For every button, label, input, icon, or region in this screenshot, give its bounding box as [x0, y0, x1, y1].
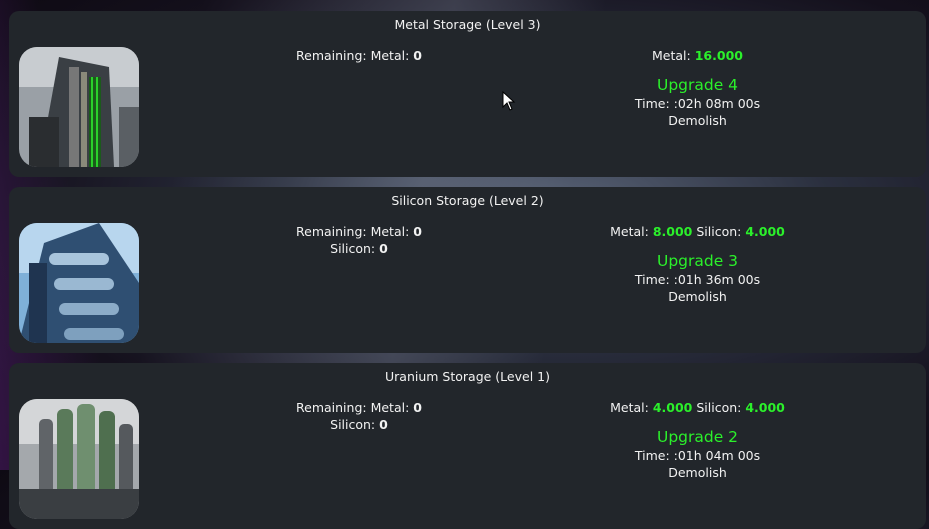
remaining-silicon-label: Silicon: [330, 417, 376, 432]
panel-title: Metal Storage (Level 3) [394, 17, 541, 32]
cost-metal-label: Metal: [652, 48, 691, 63]
remaining-label: Remaining: [296, 48, 367, 63]
demolish-button[interactable]: Demolish [549, 288, 846, 305]
upgrade-time: Time: :02h 08m 00s [634, 96, 761, 111]
upgrade-time: Time: :01h 36m 00s [634, 272, 761, 287]
cost-metal-value: 4.000 [652, 400, 693, 415]
upgrade-cost: Metal: 16.000 [549, 47, 846, 64]
mouse-cursor-icon [502, 90, 516, 115]
remaining-metal-value: 0 [413, 48, 422, 63]
building-panel-silicon-storage: Silicon Storage (Level 2) Remaining: Met… [9, 187, 926, 353]
upgrade-cost: Metal: 4.000 Silicon: 4.000 [549, 399, 846, 416]
building-panel-uranium-storage: Uranium Storage (Level 1) Remaining: Met… [9, 363, 926, 529]
remaining-label: Remaining: [296, 224, 367, 239]
cost-metal-label: Metal: [610, 400, 649, 415]
upgrade-button[interactable]: Upgrade 2 [549, 428, 846, 447]
upgrade-cost: Metal: 8.000 Silicon: 4.000 [549, 223, 846, 240]
remaining-metal-value: 0 [413, 224, 422, 239]
remaining-metal-label: Metal: [370, 400, 410, 415]
panel-title: Silicon Storage (Level 2) [391, 193, 544, 208]
cost-metal-value: 16.000 [694, 48, 743, 63]
remaining-resources: Remaining: Metal: 0 Silicon: 0 [209, 223, 509, 257]
cost-silicon-label: Silicon: [696, 224, 742, 239]
cost-silicon-value: 4.000 [745, 400, 785, 415]
remaining-metal-value: 0 [413, 400, 422, 415]
remaining-label: Remaining: [296, 400, 367, 415]
panel-title: Uranium Storage (Level 1) [385, 369, 550, 384]
upgrade-button[interactable]: Upgrade 3 [549, 252, 846, 271]
silicon-storage-image [19, 223, 139, 343]
remaining-silicon-value: 0 [379, 417, 388, 432]
remaining-silicon-label: Silicon: [330, 241, 376, 256]
upgrade-button[interactable]: Upgrade 4 [549, 76, 846, 95]
cost-metal-value: 8.000 [652, 224, 693, 239]
upgrade-section: Metal: 8.000 Silicon: 4.000 Upgrade 3 Ti… [549, 223, 846, 305]
upgrade-time: Time: :01h 04m 00s [634, 448, 761, 463]
remaining-resources: Remaining: Metal: 0 [209, 47, 509, 64]
cost-silicon-label: Silicon: [696, 400, 742, 415]
demolish-button[interactable]: Demolish [549, 464, 846, 481]
remaining-metal-label: Metal: [370, 48, 410, 63]
cost-silicon-value: 4.000 [745, 224, 785, 239]
cost-metal-label: Metal: [610, 224, 649, 239]
remaining-metal-label: Metal: [370, 224, 410, 239]
building-panel-metal-storage: Metal Storage (Level 3) Remaining: Metal… [9, 11, 926, 177]
demolish-button[interactable]: Demolish [549, 112, 846, 129]
metal-storage-image [19, 47, 139, 167]
upgrade-section: Metal: 16.000 Upgrade 4 Time: :02h 08m 0… [549, 47, 846, 129]
remaining-silicon-value: 0 [379, 241, 388, 256]
uranium-storage-image [19, 399, 139, 519]
upgrade-section: Metal: 4.000 Silicon: 4.000 Upgrade 2 Ti… [549, 399, 846, 481]
remaining-resources: Remaining: Metal: 0 Silicon: 0 [209, 399, 509, 433]
